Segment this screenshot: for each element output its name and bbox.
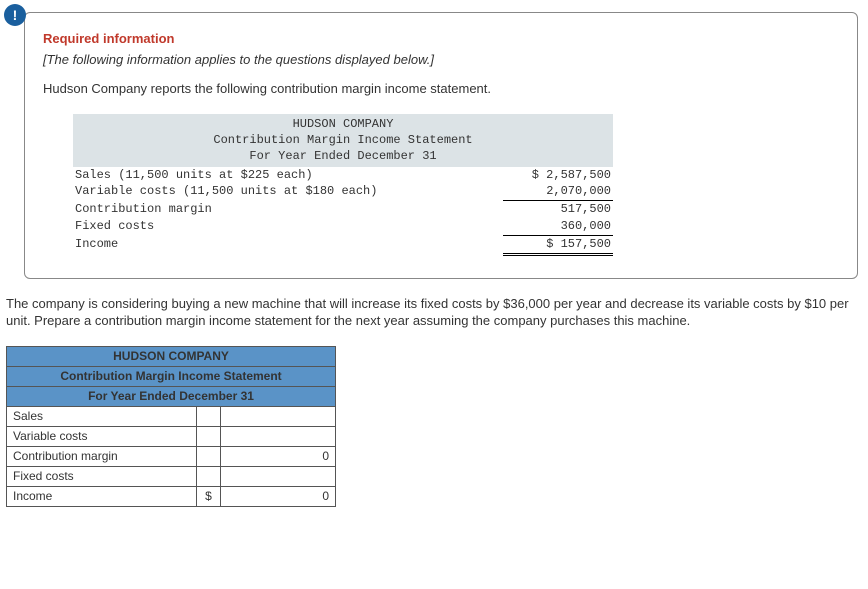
row-label[interactable]: Fixed costs [7,466,197,486]
row-label[interactable]: Variable costs [7,426,197,446]
row-label: Income [7,486,197,506]
required-title: Required information [43,31,839,46]
answer-header-period: For Year Ended December 31 [7,386,336,406]
row-label[interactable]: Sales [7,406,197,426]
stmt-row-fixed: Fixed costs 360,000 [73,218,613,236]
amount-cell: 0 [221,486,336,506]
table-row: Contribution margin 0 [7,446,336,466]
alert-icon: ! [4,4,26,26]
income-statement-display: HUDSON COMPANY Contribution Margin Incom… [73,114,613,256]
stmt-value: $ 2,587,500 [503,167,613,184]
table-row: Variable costs [7,426,336,446]
stmt-value: 517,500 [503,201,613,218]
currency-cell [197,446,221,466]
stmt-row-varcosts: Variable costs (11,500 units at $180 eac… [73,183,613,201]
stmt-label: Variable costs (11,500 units at $180 eac… [73,183,503,201]
row-label: Contribution margin [7,446,197,466]
table-row: Sales [7,406,336,426]
table-row: Income $ 0 [7,486,336,506]
intro-text: Hudson Company reports the following con… [43,81,839,96]
stmt-value: $ 157,500 [503,236,613,256]
amount-cell[interactable] [221,406,336,426]
amount-cell[interactable] [221,426,336,446]
stmt-label: Income [73,236,503,256]
table-row: Fixed costs [7,466,336,486]
stmt-title: Contribution Margin Income Statement [73,132,613,148]
answer-header-title: Contribution Margin Income Statement [7,366,336,386]
answer-header-company: HUDSON COMPANY [7,346,336,366]
currency-cell[interactable] [197,406,221,426]
stmt-value: 2,070,000 [503,183,613,201]
stmt-period: For Year Ended December 31 [73,148,613,164]
currency-cell[interactable] [197,426,221,446]
stmt-value: 360,000 [503,218,613,236]
stmt-company: HUDSON COMPANY [73,116,613,132]
stmt-row-contrib: Contribution margin 517,500 [73,201,613,218]
info-note: [The following information applies to th… [43,52,839,67]
amount-cell: 0 [221,446,336,466]
currency-cell[interactable] [197,466,221,486]
stmt-row-income: Income $ 157,500 [73,236,613,256]
question-text: The company is considering buying a new … [6,295,858,330]
stmt-row-sales: Sales (11,500 units at $225 each) $ 2,58… [73,167,613,184]
currency-cell: $ [197,486,221,506]
required-info-panel: Required information [The following info… [24,12,858,279]
answer-table: HUDSON COMPANY Contribution Margin Incom… [6,346,336,507]
stmt-label: Sales (11,500 units at $225 each) [73,167,503,184]
stmt-label: Fixed costs [73,218,503,236]
stmt-label: Contribution margin [73,201,503,218]
amount-cell[interactable] [221,466,336,486]
